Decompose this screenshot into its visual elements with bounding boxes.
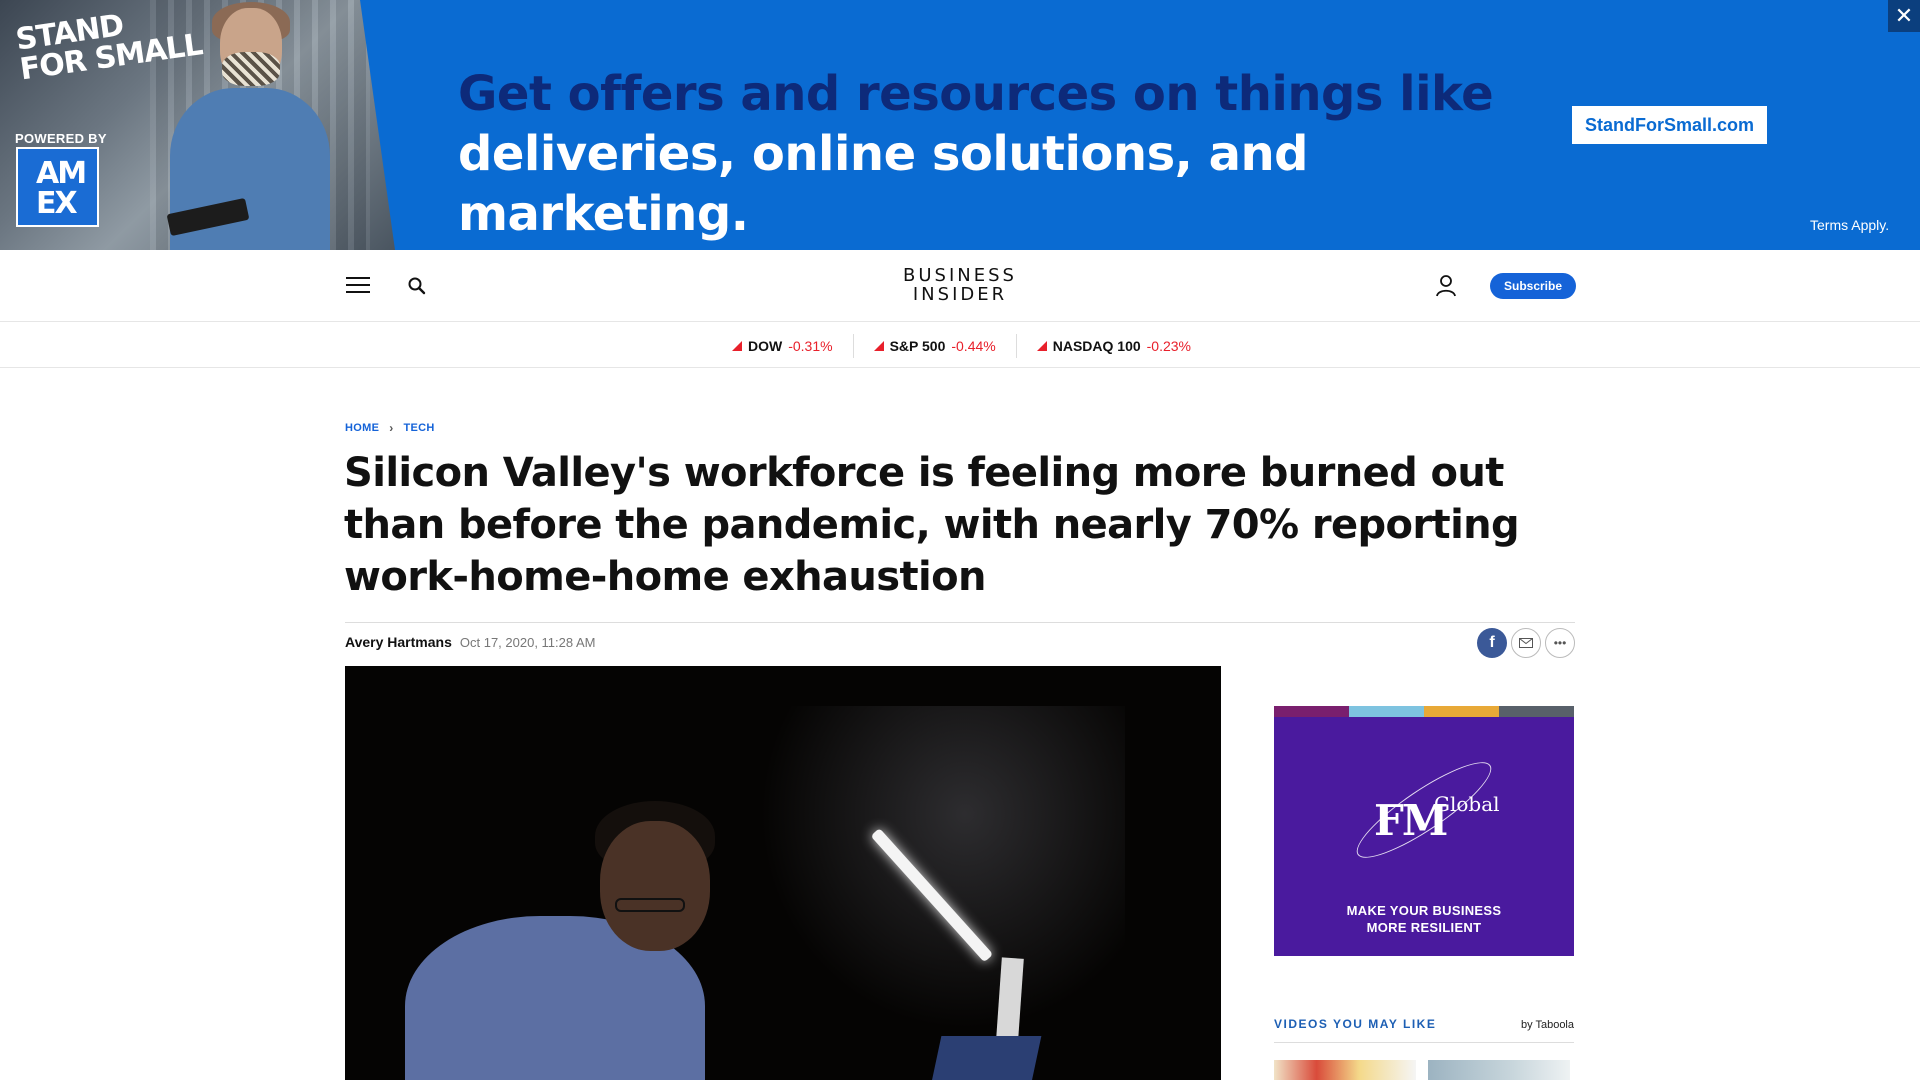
facebook-icon[interactable]: f bbox=[1477, 628, 1507, 658]
fm-global-wordmark: Global bbox=[1434, 792, 1500, 816]
share-buttons: f ••• bbox=[1477, 628, 1575, 658]
email-icon[interactable] bbox=[1511, 628, 1541, 658]
close-icon[interactable]: ✕ bbox=[1888, 0, 1920, 32]
breadcrumb-home[interactable]: HOME bbox=[345, 422, 379, 434]
top-ad-banner[interactable]: STAND FOR SMALL POWERED BY AM EX Get off… bbox=[0, 0, 1920, 250]
article-headline: Silicon Valley's workforce is feeling mo… bbox=[344, 450, 1520, 600]
byline-divider bbox=[345, 622, 1575, 623]
ticker-item-nasdaq100[interactable]: NASDAQ 100 -0.23% bbox=[1017, 334, 1211, 358]
ticker-item-sp500[interactable]: S&P 500 -0.44% bbox=[854, 334, 1017, 358]
chevron-right-icon: › bbox=[389, 421, 394, 435]
hamburger-menu-icon[interactable] bbox=[346, 277, 370, 295]
user-icon[interactable] bbox=[1435, 274, 1457, 298]
ad-terms: Terms Apply. bbox=[1810, 217, 1890, 233]
brand-logo[interactable]: BUSINESS INSIDER bbox=[860, 266, 1060, 304]
market-ticker: DOW -0.31% S&P 500 -0.44% NASDAQ 100 -0.… bbox=[0, 322, 1920, 368]
videos-title: VIDEOS YOU MAY LIKE bbox=[1274, 1017, 1437, 1031]
more-icon[interactable]: ••• bbox=[1545, 628, 1575, 658]
video-thumbnail[interactable] bbox=[1428, 1060, 1570, 1080]
down-arrow-icon bbox=[873, 341, 884, 351]
down-arrow-icon bbox=[1036, 341, 1047, 351]
subscribe-button[interactable]: Subscribe bbox=[1490, 273, 1576, 299]
sidebar-ad[interactable]: FM Global MAKE YOUR BUSINESS MORE RESILI… bbox=[1274, 706, 1574, 956]
ad-cta-button[interactable]: StandForSmall.com bbox=[1572, 106, 1767, 144]
breadcrumb-tech[interactable]: TECH bbox=[404, 422, 435, 434]
breadcrumb: HOME › TECH bbox=[345, 421, 435, 435]
amex-logo: AM EX bbox=[16, 147, 99, 227]
publish-date: Oct 17, 2020, 11:28 AM bbox=[459, 635, 596, 650]
down-arrow-icon bbox=[732, 341, 742, 351]
author-name[interactable]: Avery Hartmans bbox=[345, 634, 452, 650]
ticker-item-dow[interactable]: DOW -0.31% bbox=[732, 334, 854, 358]
site-header: BUSINESS INSIDER Subscribe bbox=[0, 250, 1920, 322]
video-thumbnail[interactable] bbox=[1274, 1060, 1416, 1080]
ad-headline: Get offers and resources on things like … bbox=[458, 66, 1494, 242]
byline: Avery Hartmans Oct 17, 2020, 11:28 AM bbox=[345, 634, 596, 650]
ad-powered-by: POWERED BY bbox=[15, 131, 107, 146]
article-hero-image bbox=[345, 666, 1221, 1080]
search-icon[interactable] bbox=[407, 276, 427, 296]
ad-color-stripes bbox=[1274, 706, 1574, 717]
sidebar-ad-tagline: MAKE YOUR BUSINESS MORE RESILIENT bbox=[1346, 903, 1502, 935]
videos-section-header: VIDEOS YOU MAY LIKE by Taboola bbox=[1274, 1017, 1574, 1031]
taboola-credit[interactable]: by Taboola bbox=[1521, 1019, 1574, 1031]
videos-divider bbox=[1274, 1042, 1574, 1043]
